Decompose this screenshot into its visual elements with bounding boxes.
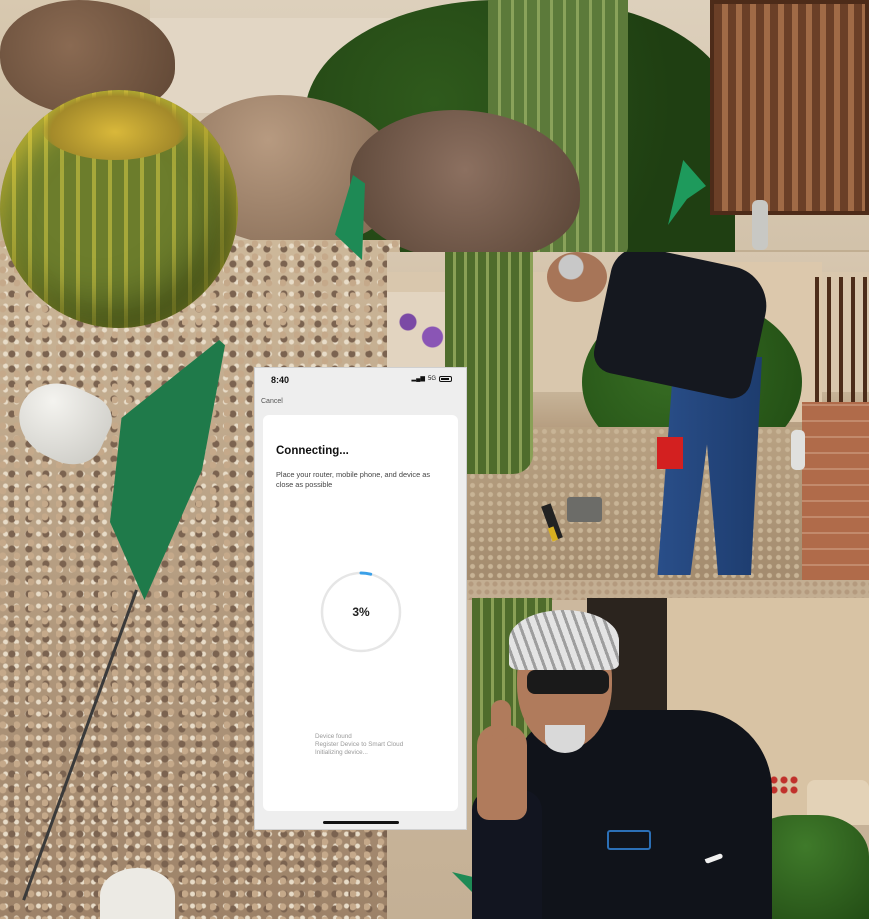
- path-light: [752, 200, 768, 250]
- phone-screenshot: 8:40 ▂▄▆ 5G Cancel Connecting... Place y…: [254, 367, 467, 830]
- thumbs-up-icon: [491, 700, 511, 740]
- connecting-card: Connecting... Place your router, mobile …: [263, 415, 458, 811]
- photo-collage: 8:40 ▂▄▆ 5G Cancel Connecting... Place y…: [0, 0, 869, 919]
- barrel-cactus-crown: [40, 90, 190, 160]
- signal-icon: ▂▄▆: [411, 376, 425, 382]
- battery-icon: [439, 375, 452, 382]
- status-log-line: Initializing device...: [315, 749, 368, 756]
- status-log: Device found Register Device to Smart Clo…: [315, 733, 403, 757]
- wooden-gate: [710, 0, 869, 215]
- sunglasses: [527, 670, 609, 694]
- status-log-line: Register Device to Smart Cloud: [315, 741, 404, 748]
- metal-railing: [815, 277, 869, 402]
- status-log-line: Device found: [315, 733, 352, 740]
- network-type: 5G: [427, 375, 436, 382]
- brick-pavers: [802, 402, 869, 580]
- shirt-logo-icon: [607, 830, 651, 850]
- white-pipe-fitting: [100, 868, 175, 919]
- silver-spiky-hair: [509, 610, 619, 670]
- path-light: [791, 430, 805, 470]
- home-indicator: [323, 821, 399, 824]
- goatee: [545, 725, 585, 753]
- page-title: Connecting...: [276, 445, 349, 457]
- connect-instructions: Place your router, mobile phone, and dev…: [276, 470, 431, 489]
- technician-head: [547, 252, 607, 302]
- cancel-button[interactable]: Cancel: [261, 398, 283, 405]
- controller-box: [567, 497, 602, 522]
- progress-percent: 3%: [352, 605, 370, 619]
- status-indicators: ▂▄▆ 5G: [411, 375, 452, 382]
- red-tag: [657, 437, 683, 469]
- status-time: 8:40: [271, 375, 290, 385]
- status-bar: 8:40 ▂▄▆ 5G: [255, 368, 466, 392]
